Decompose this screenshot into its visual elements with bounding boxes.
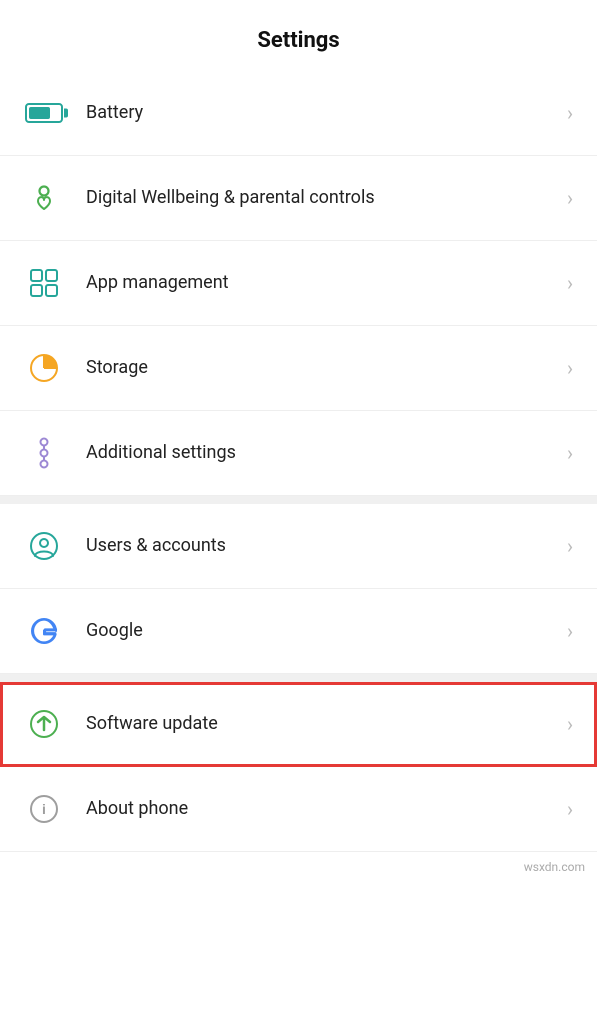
google-label: Google <box>86 619 559 642</box>
divider-1 <box>0 496 597 504</box>
settings-item-storage[interactable]: Storage › <box>0 326 597 411</box>
about-icon: i <box>28 793 60 825</box>
wellbeing-icon-container <box>20 174 68 222</box>
watermark: wsxdn.com <box>0 852 597 882</box>
additional-settings-label: Additional settings <box>86 441 559 464</box>
software-update-chevron: › <box>567 712 573 736</box>
wellbeing-label: Digital Wellbeing & parental controls <box>86 186 559 209</box>
google-icon <box>28 615 60 647</box>
google-icon-container <box>20 607 68 655</box>
app-mgmt-icon <box>28 267 60 299</box>
wellbeing-icon <box>28 182 60 214</box>
additional-settings-icon <box>32 437 56 469</box>
settings-item-users-accounts[interactable]: Users & accounts › <box>0 504 597 589</box>
about-phone-chevron: › <box>567 797 573 821</box>
settings-item-about-phone[interactable]: i About phone › <box>0 767 597 852</box>
settings-item-google[interactable]: Google › <box>0 589 597 674</box>
svg-text:i: i <box>42 801 46 817</box>
storage-chevron: › <box>567 356 573 380</box>
users-accounts-label: Users & accounts <box>86 534 559 557</box>
storage-label: Storage <box>86 356 559 379</box>
settings-list-2: Users & accounts › Google › <box>0 504 597 674</box>
wellbeing-chevron: › <box>567 186 573 210</box>
divider-2 <box>0 674 597 682</box>
storage-icon <box>28 352 60 384</box>
app-mgmt-chevron: › <box>567 271 573 295</box>
app-mgmt-icon-container <box>20 259 68 307</box>
battery-icon <box>25 103 63 123</box>
settings-item-battery[interactable]: Battery › <box>0 71 597 156</box>
update-icon <box>28 708 60 740</box>
additional-settings-icon-container <box>20 429 68 477</box>
storage-icon-container <box>20 344 68 392</box>
settings-item-additional-settings[interactable]: Additional settings › <box>0 411 597 496</box>
about-phone-label: About phone <box>86 797 559 820</box>
users-accounts-chevron: › <box>567 534 573 558</box>
settings-item-software-update[interactable]: Software update › <box>0 682 597 767</box>
settings-item-app-management[interactable]: App management › <box>0 241 597 326</box>
users-icon <box>28 530 60 562</box>
settings-list: Battery › Digital Wellbeing & parental c… <box>0 71 597 496</box>
settings-item-digital-wellbeing[interactable]: Digital Wellbeing & parental controls › <box>0 156 597 241</box>
about-icon-container: i <box>20 785 68 833</box>
software-update-label: Software update <box>86 712 559 735</box>
battery-label: Battery <box>86 101 559 124</box>
battery-chevron: › <box>567 101 573 125</box>
update-icon-container <box>20 700 68 748</box>
settings-list-3: Software update › i About phone › <box>0 682 597 852</box>
users-icon-container <box>20 522 68 570</box>
battery-icon-container <box>20 89 68 137</box>
additional-settings-chevron: › <box>567 441 573 465</box>
app-mgmt-label: App management <box>86 271 559 294</box>
page-title: Settings <box>0 0 597 71</box>
google-chevron: › <box>567 619 573 643</box>
